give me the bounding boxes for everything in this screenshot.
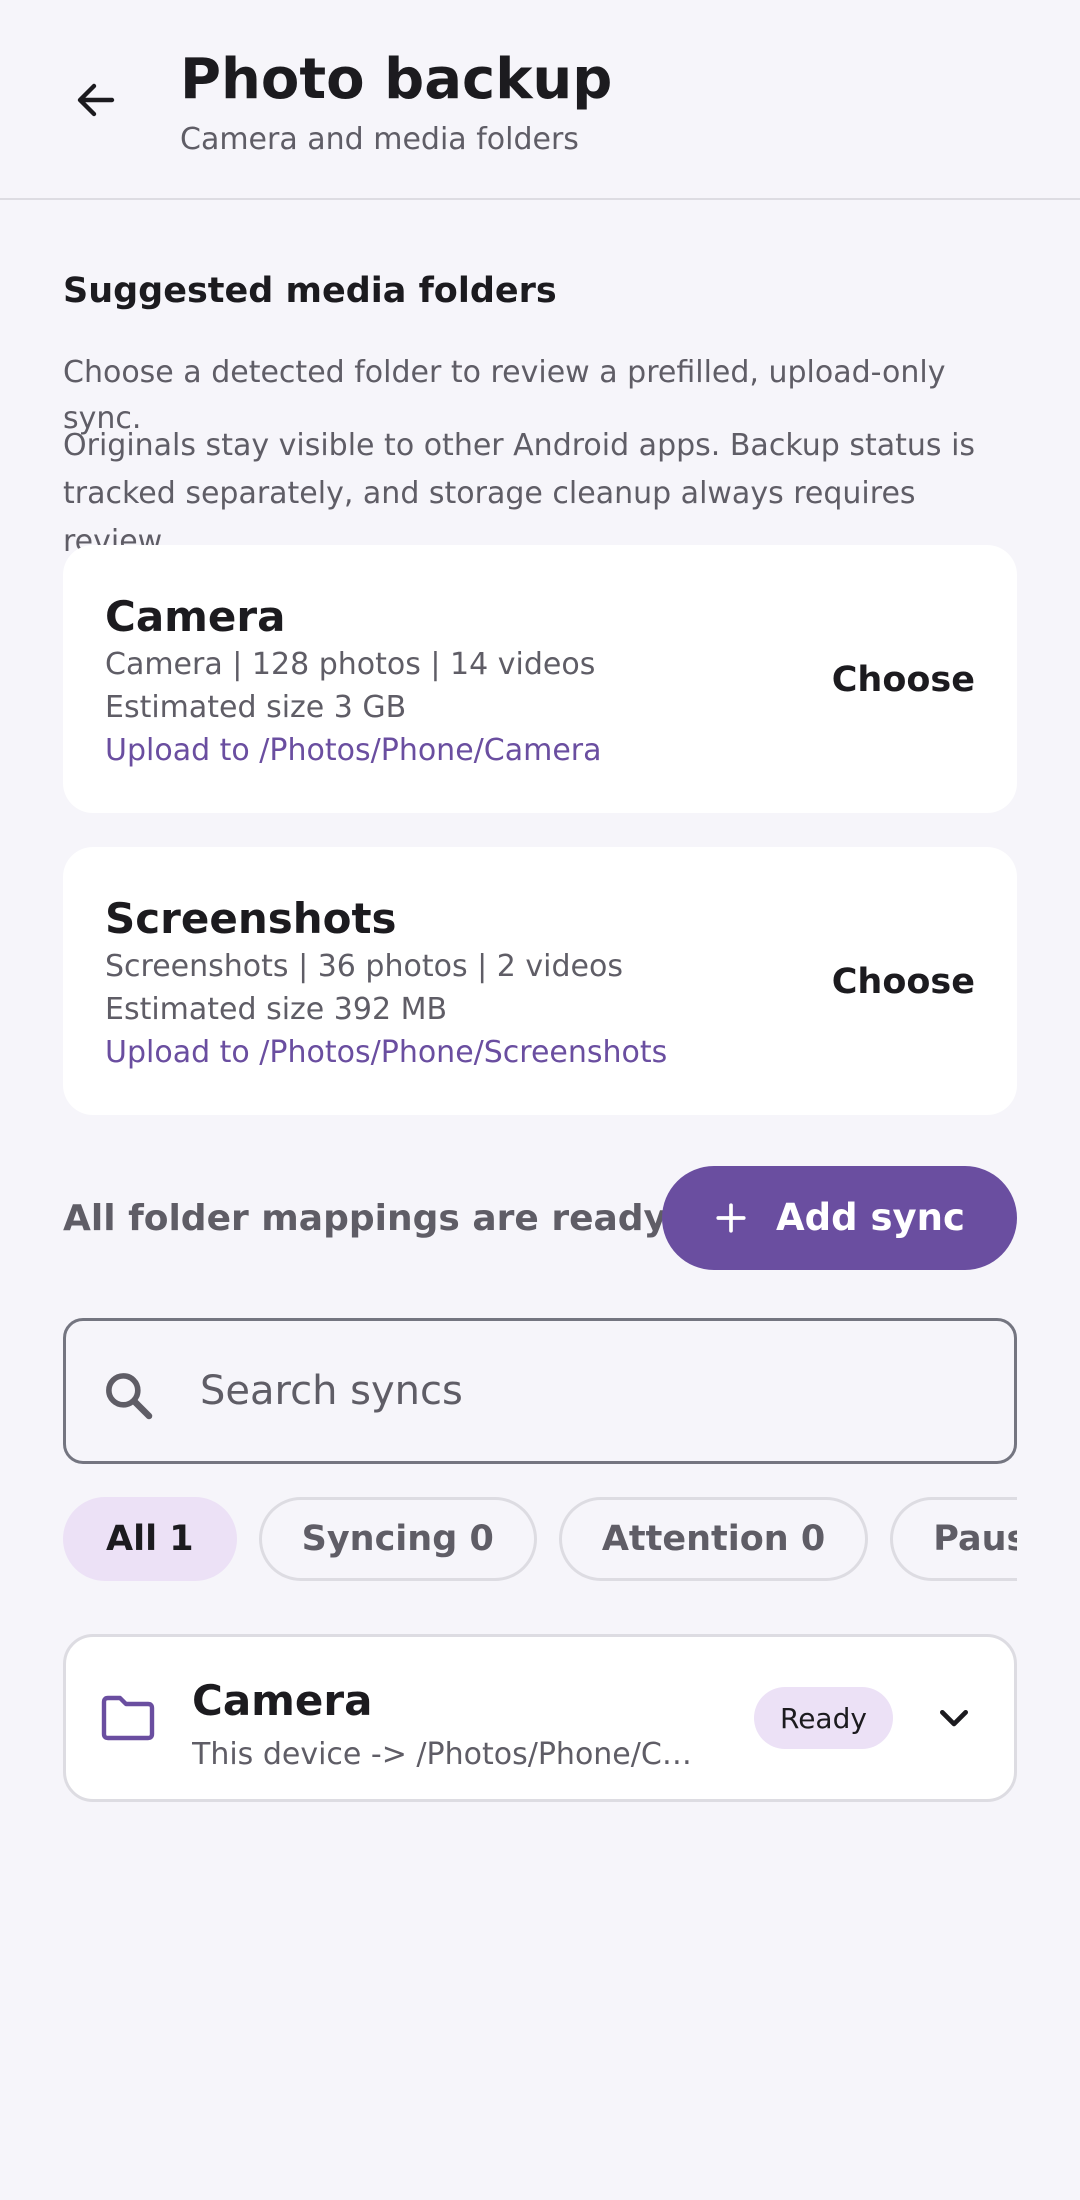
filter-chips: All 1 Syncing 0 Attention 0 Paused 0: [63, 1497, 1017, 1581]
suggestions-heading: Suggested media folders: [63, 271, 557, 311]
app-bar: Photo backup Camera and media folders: [0, 0, 1080, 200]
suggestion-summary: Camera | 128 photos | 14 videos: [105, 647, 596, 682]
suggestion-card-camera[interactable]: Camera Camera | 128 photos | 14 videos E…: [63, 545, 1017, 813]
folder-icon: [101, 1695, 155, 1741]
back-button[interactable]: [56, 60, 136, 140]
page-title: Photo backup: [180, 47, 613, 112]
search-icon: [106, 1373, 153, 1420]
sync-path: This device -> /Photos/Phone/Camera: [192, 1737, 702, 1772]
add-sync-button[interactable]: Add sync: [662, 1166, 1017, 1270]
filter-chip-attention[interactable]: Attention 0: [558, 1497, 869, 1581]
filter-chip-paused[interactable]: Paused 0: [890, 1497, 1017, 1581]
suggestion-name: Screenshots: [105, 894, 397, 943]
suggestion-size: Estimated size 392 MB: [105, 992, 448, 1027]
plus-icon: [716, 1203, 746, 1233]
page-subtitle: Camera and media folders: [180, 122, 579, 157]
choose-button[interactable]: Choose: [832, 957, 975, 1007]
search-field[interactable]: [63, 1318, 1017, 1464]
suggestion-destination: Upload to /Photos/Phone/Screenshots: [105, 1035, 668, 1070]
suggestion-size: Estimated size 3 GB: [105, 690, 407, 725]
filter-chip-all[interactable]: All 1: [63, 1497, 237, 1581]
choose-button[interactable]: Choose: [832, 655, 975, 705]
suggestion-name: Camera: [105, 592, 286, 641]
status-badge: Ready: [754, 1687, 893, 1749]
expand-button[interactable]: [924, 1689, 984, 1749]
arrow-back-icon: [77, 83, 115, 117]
suggestion-summary: Screenshots | 36 photos | 2 videos: [105, 949, 623, 984]
suggestion-destination: Upload to /Photos/Phone/Camera: [105, 733, 602, 768]
add-sync-label: Add sync: [776, 1196, 965, 1239]
sync-name: Camera: [192, 1676, 373, 1725]
suggestion-card-screenshots[interactable]: Screenshots Screenshots | 36 photos | 2 …: [63, 847, 1017, 1115]
status-message: All folder mappings are ready: [63, 1198, 668, 1239]
chevron-down-icon: [940, 1710, 968, 1727]
filter-chip-syncing[interactable]: Syncing 0: [258, 1497, 537, 1581]
sync-row-camera[interactable]: Camera This device -> /Photos/Phone/Came…: [63, 1634, 1017, 1802]
search-input[interactable]: [200, 1359, 960, 1423]
